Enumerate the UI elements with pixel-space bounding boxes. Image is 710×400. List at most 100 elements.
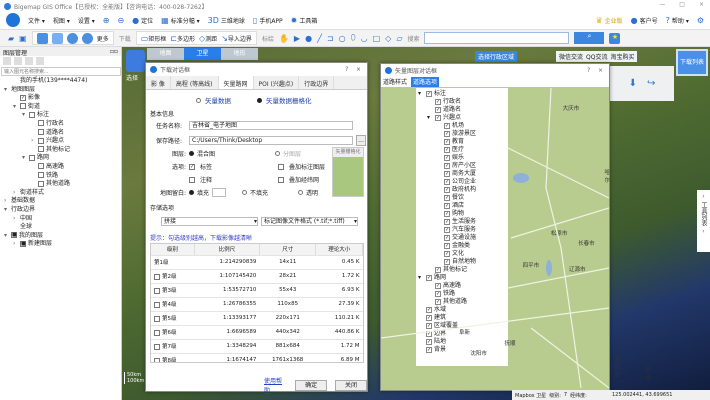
layer-checkbox[interactable] — [38, 180, 44, 187]
layer-checkbox[interactable] — [20, 103, 26, 110]
note-icon[interactable]: ▱ — [396, 34, 402, 43]
layer-tree-item[interactable]: 高速路 — [0, 163, 121, 172]
level-checkbox[interactable] — [154, 315, 160, 322]
mobile-button[interactable]: ▯ 手机APP — [253, 16, 283, 25]
expand-arrow-icon[interactable]: › — [13, 240, 20, 249]
measure-button[interactable]: ◇测距 — [199, 34, 217, 43]
map-source-2[interactable] — [51, 32, 63, 44]
expand-arrow-icon[interactable]: ▾ — [22, 111, 29, 120]
download-tab[interactable]: POI (兴趣点) — [254, 76, 300, 89]
more-button[interactable]: 更多 — [97, 34, 109, 43]
layer-checkbox[interactable]: ■ — [11, 232, 17, 239]
help-icon[interactable]: ? — [345, 66, 348, 73]
search-button[interactable]: ⌕ — [574, 32, 605, 44]
table-row[interactable]: 第8级 1:1674147 1761x1368 6.89 M — [151, 353, 363, 362]
layer-checkbox[interactable] — [38, 137, 44, 144]
map-tab-satellite[interactable]: 卫星 — [184, 48, 221, 60]
layer-tree-item[interactable]: ▾ 行政边界 — [0, 206, 121, 215]
curve-icon[interactable]: ◡ — [361, 34, 368, 43]
download-list-button[interactable]: 下载列表 — [676, 49, 708, 76]
layer-search-icon[interactable] — [36, 57, 44, 65]
taobao-button[interactable]: 淘宝购买 — [610, 52, 634, 61]
level-checkbox[interactable] — [154, 273, 160, 280]
download-icon[interactable]: ⬇ — [629, 78, 637, 89]
menu-view[interactable]: 视图 ▾ — [53, 16, 70, 25]
level-checkbox[interactable] — [154, 329, 160, 336]
column-header[interactable]: 尺寸 — [259, 244, 317, 256]
column-header[interactable]: 理论大小 — [315, 244, 363, 256]
polyline-icon[interactable]: ⊐ — [327, 34, 334, 43]
download-tab[interactable]: 矢量路网 — [218, 76, 254, 89]
settings-icon[interactable]: ⚙ — [697, 16, 704, 25]
checkbox-label[interactable]: ✓ — [189, 163, 195, 170]
tab-road-style[interactable]: 道路样式 — [383, 77, 407, 87]
layer-tree-item[interactable]: ✓ 影像 — [0, 94, 121, 103]
map-tab-map[interactable]: 地图 — [147, 48, 184, 60]
radio-transparent[interactable] — [298, 190, 304, 195]
toolbox-button[interactable]: ✹ 工具箱 — [291, 16, 318, 25]
layer-tree-item[interactable]: › 基础数据 — [0, 197, 121, 206]
browse-button[interactable]: ... — [356, 135, 366, 146]
ok-button[interactable]: 确定 — [295, 379, 328, 391]
layer-tree-item[interactable]: 我的手机(139****4474) — [0, 77, 121, 86]
help-button[interactable]: ? 帮助 ▾ — [666, 16, 689, 25]
hand-icon[interactable]: ✋ — [279, 34, 289, 43]
expand-arrow-icon[interactable]: › — [31, 137, 38, 146]
save-icon[interactable]: ▣ — [19, 34, 27, 43]
level-checkbox[interactable] — [154, 287, 160, 294]
expand-arrow-icon[interactable]: ▾ — [4, 232, 11, 241]
circle-icon[interactable]: ○ — [339, 34, 346, 43]
radio-no-fill[interactable] — [242, 190, 248, 195]
close-icon[interactable]: × — [356, 66, 361, 73]
globe-source-3[interactable] — [66, 32, 78, 44]
level-checkbox[interactable] — [154, 357, 160, 362]
layer-tree-item[interactable]: ▾ 标注 — [0, 111, 121, 120]
layer-tool-icon[interactable] — [25, 57, 33, 65]
task-name-input[interactable]: 吉林省_电子地图 — [189, 121, 353, 130]
layer-tree-item[interactable]: 道路名 — [0, 129, 121, 138]
layer-tree-item[interactable]: 铁路 — [0, 172, 121, 181]
panel-pin-close-icon[interactable]: ▫▫ — [110, 48, 118, 55]
layer-tree-item[interactable]: ▾ 街道 — [0, 103, 121, 112]
save-path-input[interactable]: C:/Users/Think/Desktop — [189, 136, 353, 145]
expand-arrow-icon[interactable]: ▾ — [22, 154, 29, 163]
layer-checkbox[interactable] — [38, 120, 44, 127]
checkbox-overlay-label[interactable] — [278, 163, 284, 170]
table-row[interactable]: 第7级 1:3348294 881x684 1.72 M — [151, 339, 363, 354]
ellipse-icon[interactable]: ⬯ — [351, 33, 356, 43]
tool-list-panel[interactable]: ‹ 工具列表 ‹ — [697, 190, 710, 252]
grid-button[interactable]: ▦ 标准分幅 ▾ — [161, 16, 199, 25]
layer-tree-item[interactable]: › 中国 — [0, 215, 121, 224]
rect-download-button[interactable]: ▭矩形框 — [141, 34, 167, 43]
fill-color-picker[interactable] — [212, 188, 227, 197]
import-boundary-button[interactable]: ↘导入边界 — [221, 34, 252, 43]
download-tab[interactable]: 行政边界 — [299, 76, 335, 89]
layer-tree-item[interactable]: ▾ 路网 — [0, 154, 121, 163]
table-row[interactable]: 第3级 1:53572710 55x43 6.93 K — [151, 283, 363, 298]
table-row[interactable]: 第5级 1:13393177 220x171 110.21 K — [151, 311, 363, 326]
bigemap-logo[interactable] — [6, 13, 20, 27]
marker-icon[interactable]: ● — [305, 34, 312, 43]
polygon-download-button[interactable]: ⊏多边形 — [170, 34, 195, 43]
layer-tree-item[interactable]: ▾ ■ 我的图层 — [0, 232, 121, 241]
table-row[interactable]: 第6级 1:6696589 440x342 440.86 K — [151, 325, 363, 340]
add-layer-icon[interactable] — [3, 57, 11, 65]
select-button[interactable] — [126, 50, 145, 72]
radio-vector-data[interactable] — [196, 97, 201, 103]
expand-arrow-icon[interactable]: ▾ — [13, 103, 20, 112]
tab-road-options[interactable]: 道路选项 — [411, 77, 440, 87]
download-tab[interactable]: 高程 (等高线) — [171, 76, 219, 89]
save-layer-icon[interactable] — [14, 57, 22, 65]
level-checkbox[interactable] — [154, 343, 160, 350]
favorite-icon[interactable]: ★ — [609, 32, 621, 44]
layer-tree-item[interactable]: 其他标记 — [0, 146, 121, 155]
search-input[interactable] — [424, 32, 570, 44]
expand-arrow-icon[interactable]: › — [4, 197, 11, 206]
radio-vector-raster[interactable] — [257, 97, 262, 103]
menu-settings[interactable]: 设置 ▾ — [78, 16, 95, 25]
globe-button[interactable]: 3D 三维地球 — [208, 16, 245, 25]
wechat-button[interactable]: 微信交流 — [559, 52, 583, 61]
maximize-button[interactable]: □ — [679, 1, 685, 8]
checkbox-note[interactable] — [189, 176, 195, 183]
layer-checkbox[interactable] — [38, 129, 44, 136]
